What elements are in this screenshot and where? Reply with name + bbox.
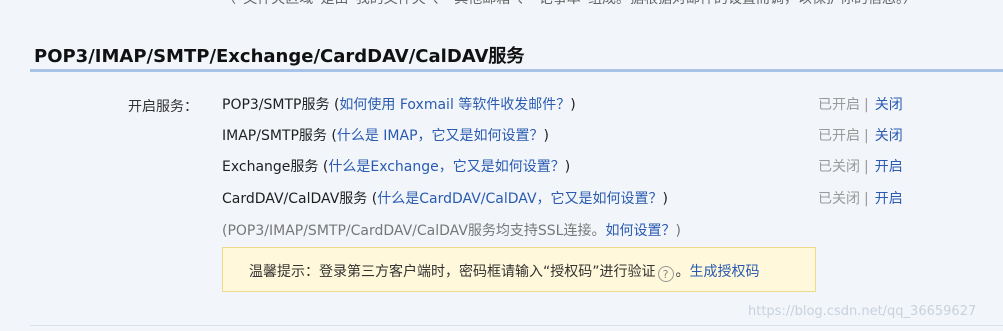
close-paren: ): [570, 97, 576, 113]
open-paren: (: [329, 97, 340, 113]
status-text: 已开启: [818, 128, 860, 144]
close-paren: ): [543, 128, 549, 144]
close-paren: ): [662, 191, 669, 207]
service-row-carddav: CardDAV/CalDAV服务 (什么是CardDAV/CalDAV，它又是如…: [222, 188, 668, 208]
title-divider: [30, 69, 1003, 72]
open-paren: (: [367, 191, 378, 207]
tip-text: 温馨提示：登录第三方客户端时，密码框请输入“授权码”进行验证: [249, 264, 656, 280]
toggle-button-imap[interactable]: 关闭: [875, 128, 903, 144]
bottom-divider: [30, 325, 1003, 326]
service-name: Exchange服务: [222, 159, 319, 175]
status-text: 已关闭: [818, 159, 860, 175]
status-pop3: 已开启 | 关闭: [818, 94, 903, 114]
services-label: 开启服务：: [128, 99, 198, 115]
status-imap: 已开启 | 关闭: [818, 125, 903, 145]
open-paren: (: [326, 128, 337, 144]
help-icon[interactable]: ?: [657, 266, 674, 282]
open-paren: (: [318, 159, 329, 175]
separator: |: [864, 128, 869, 144]
toggle-button-exchange[interactable]: 开启: [875, 159, 903, 175]
help-link-exchange[interactable]: 什么是Exchange，它又是如何设置？: [328, 159, 564, 175]
toggle-button-carddav[interactable]: 开启: [875, 191, 903, 207]
status-exchange: 已关闭 | 开启: [818, 156, 903, 176]
status-text: 已关闭: [818, 191, 860, 207]
status-carddav: 已关闭 | 开启: [818, 188, 903, 208]
service-row-pop3: POP3/SMTP服务 (如何使用 Foxmail 等软件收发邮件？): [222, 94, 576, 114]
ssl-setup-link[interactable]: 如何设置？: [605, 223, 675, 239]
ssl-note: (POP3/IMAP/SMTP/CardDAV/CalDAV服务均支持SSL连接…: [222, 220, 681, 240]
separator: |: [864, 159, 869, 175]
ssl-note-close: ): [675, 223, 681, 239]
help-link-pop3[interactable]: 如何使用 Foxmail 等软件收发邮件？: [339, 97, 570, 113]
close-paren: ): [564, 159, 571, 175]
service-name: POP3/SMTP服务: [222, 97, 330, 113]
help-link-imap[interactable]: 什么是 IMAP，它又是如何设置？: [337, 128, 544, 144]
separator: |: [864, 97, 869, 113]
top-note: （“文件夹区域”是由“我的文件夹”、“其他邮箱”、“记事本”组成。据根据对邮件的…: [222, 0, 917, 8]
toggle-button-pop3[interactable]: 关闭: [875, 97, 903, 113]
service-name: IMAP/SMTP服务: [222, 128, 327, 144]
tip-box: 温馨提示：登录第三方客户端时，密码框请输入“授权码”进行验证? 。生成授权码: [222, 247, 816, 292]
ssl-note-text: (POP3/IMAP/SMTP/CardDAV/CalDAV服务均支持SSL连接…: [222, 223, 606, 239]
separator: |: [864, 191, 869, 207]
watermark: https://blog.csdn.net/qq_36659627: [748, 304, 977, 319]
service-row-imap: IMAP/SMTP服务 (什么是 IMAP，它又是如何设置？): [222, 125, 549, 145]
generate-auth-code-link[interactable]: 生成授权码: [690, 264, 760, 280]
section-title: POP3/IMAP/SMTP/Exchange/CardDAV/CalDAV服务: [34, 46, 525, 67]
help-link-carddav[interactable]: 什么是CardDAV/CalDAV，它又是如何设置？: [377, 191, 662, 207]
service-name: CardDAV/CalDAV服务: [222, 191, 368, 207]
service-row-exchange: Exchange服务 (什么是Exchange，它又是如何设置？): [222, 156, 570, 176]
status-text: 已开启: [818, 97, 860, 113]
